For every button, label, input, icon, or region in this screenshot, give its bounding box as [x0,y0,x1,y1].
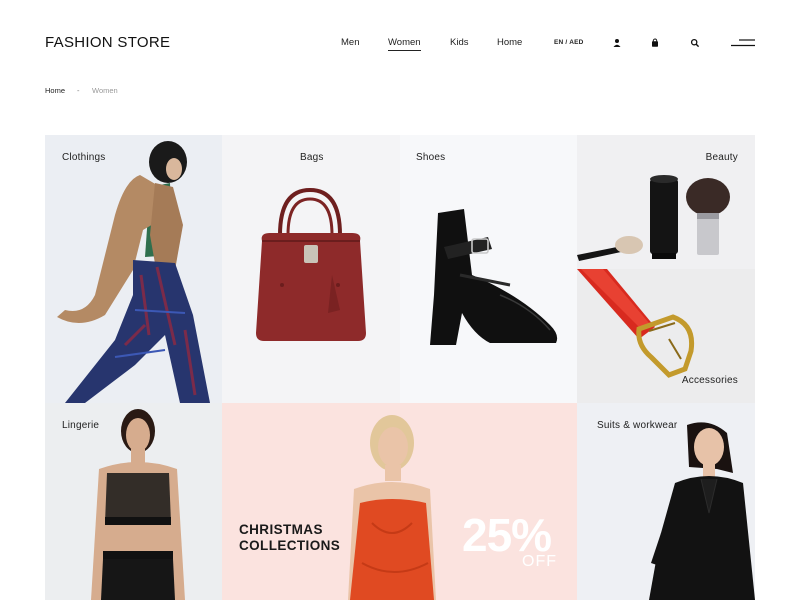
clothings-model-image [57,141,210,403]
promo-banner-christmas[interactable]: CHRISTMAS COLLECTIONS 25% OFF [222,403,577,600]
category-tile-shoes[interactable]: Shoes [400,135,577,403]
menu-icon[interactable] [731,39,755,47]
breadcrumb-current: Women [92,86,118,95]
site-logo[interactable]: FASHION STORE [45,34,170,51]
handbag-image [256,187,366,341]
breadcrumb-separator: - [77,86,80,95]
category-label-lingerie: Lingerie [62,420,100,431]
suits-model-image [649,422,755,600]
nav-kids[interactable]: Kids [450,37,468,48]
category-label-beauty: Beauty [705,152,738,163]
promo-title-line2: COLLECTIONS [239,538,341,553]
category-tile-suits[interactable]: Suits & workwear [577,403,755,600]
category-label-bags: Bags [300,152,324,163]
category-tile-clothings[interactable]: Clothings [45,135,222,403]
user-icon[interactable] [612,38,622,48]
category-tile-beauty[interactable]: Beauty [577,135,755,269]
breadcrumb-home[interactable]: Home [45,86,65,95]
category-tile-bags[interactable]: Bags [222,135,400,403]
language-currency-selector[interactable]: EN / AED [554,39,584,46]
nav-men[interactable]: Men [341,37,359,48]
promo-title-line1: CHRISTMAS [239,522,323,537]
nav-women[interactable]: Women [388,37,421,51]
category-tile-accessories[interactable]: Accessories [577,269,755,403]
promo-title: CHRISTMAS COLLECTIONS [239,522,340,554]
nav-home[interactable]: Home [497,37,522,48]
promo-discount-suffix: OFF [522,553,557,570]
category-label-clothings: Clothings [62,152,106,163]
category-label-shoes: Shoes [416,152,446,163]
category-label-suits: Suits & workwear [597,420,678,431]
lingerie-model-image [91,409,185,600]
shopping-bag-icon[interactable] [650,38,660,48]
category-tile-lingerie[interactable]: Lingerie [45,403,222,600]
category-label-accessories: Accessories [681,375,738,386]
ankle-boot-image [430,209,558,345]
search-icon[interactable] [690,38,700,48]
